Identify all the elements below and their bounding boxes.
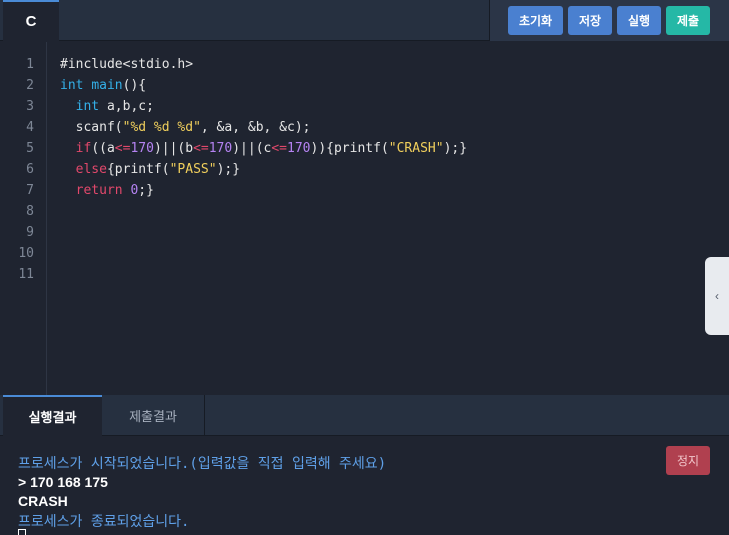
language-tab-c[interactable]: C — [3, 0, 59, 41]
submit-button[interactable]: 제출 — [666, 6, 710, 35]
console-line: CRASH — [18, 493, 68, 509]
chevron-left-icon: ‹ — [715, 289, 719, 303]
code-line[interactable]: scanf("%d %d %d", &a, &b, &c); — [60, 120, 311, 135]
top-bar: C 초기화 저장 실행 제출 — [0, 0, 729, 41]
code-line[interactable]: int main(){ — [60, 78, 146, 93]
line-number: 11 — [18, 267, 34, 282]
line-number: 1 — [26, 57, 34, 72]
code-line[interactable]: #include<stdio.h> — [60, 57, 193, 72]
code-line[interactable]: else{printf("PASS");} — [60, 162, 240, 177]
line-number: 5 — [26, 141, 34, 156]
line-number: 6 — [26, 162, 34, 177]
line-number: 9 — [26, 225, 34, 240]
line-number: 8 — [26, 204, 34, 219]
tab-run-result[interactable]: 실행결과 — [3, 395, 102, 436]
stop-button[interactable]: 정지 — [666, 446, 710, 475]
line-number: 3 — [26, 99, 34, 114]
output-tabs: 실행결과 제출결과 — [0, 395, 729, 436]
line-number: 4 — [26, 120, 34, 135]
save-button[interactable]: 저장 — [568, 6, 612, 35]
code-editor[interactable]: 1 2 3 4 5 6 7 8 9 10 11 #include<stdio.h… — [0, 42, 729, 395]
code-line[interactable]: int a,b,c; — [60, 99, 154, 114]
run-button[interactable]: 실행 — [617, 6, 661, 35]
line-number: 2 — [26, 78, 34, 93]
console-line: 프로세스가 종료되었습니다. — [18, 514, 190, 530]
tab-submit-result[interactable]: 제출결과 — [102, 395, 205, 436]
line-number: 10 — [18, 246, 34, 261]
reset-button[interactable]: 초기화 — [508, 6, 563, 35]
code-line[interactable]: return 0;} — [60, 183, 154, 198]
text-cursor — [18, 529, 26, 535]
toolbar: 초기화 저장 실행 제출 — [489, 0, 729, 41]
line-number-gutter: 1 2 3 4 5 6 7 8 9 10 11 — [3, 42, 47, 395]
output-console[interactable]: 프로세스가 시작되었습니다.(입력값을 직접 입력해 주세요) > 170 16… — [0, 437, 729, 535]
code-line[interactable]: if((a<=170)||(b<=170)||(c<=170)){printf(… — [60, 141, 467, 156]
console-line: 프로세스가 시작되었습니다.(입력값을 직접 입력해 주세요) — [18, 456, 387, 472]
line-number: 7 — [26, 183, 34, 198]
side-panel-toggle[interactable]: ‹ — [705, 257, 729, 335]
console-line: > 170 168 175 — [18, 474, 108, 490]
